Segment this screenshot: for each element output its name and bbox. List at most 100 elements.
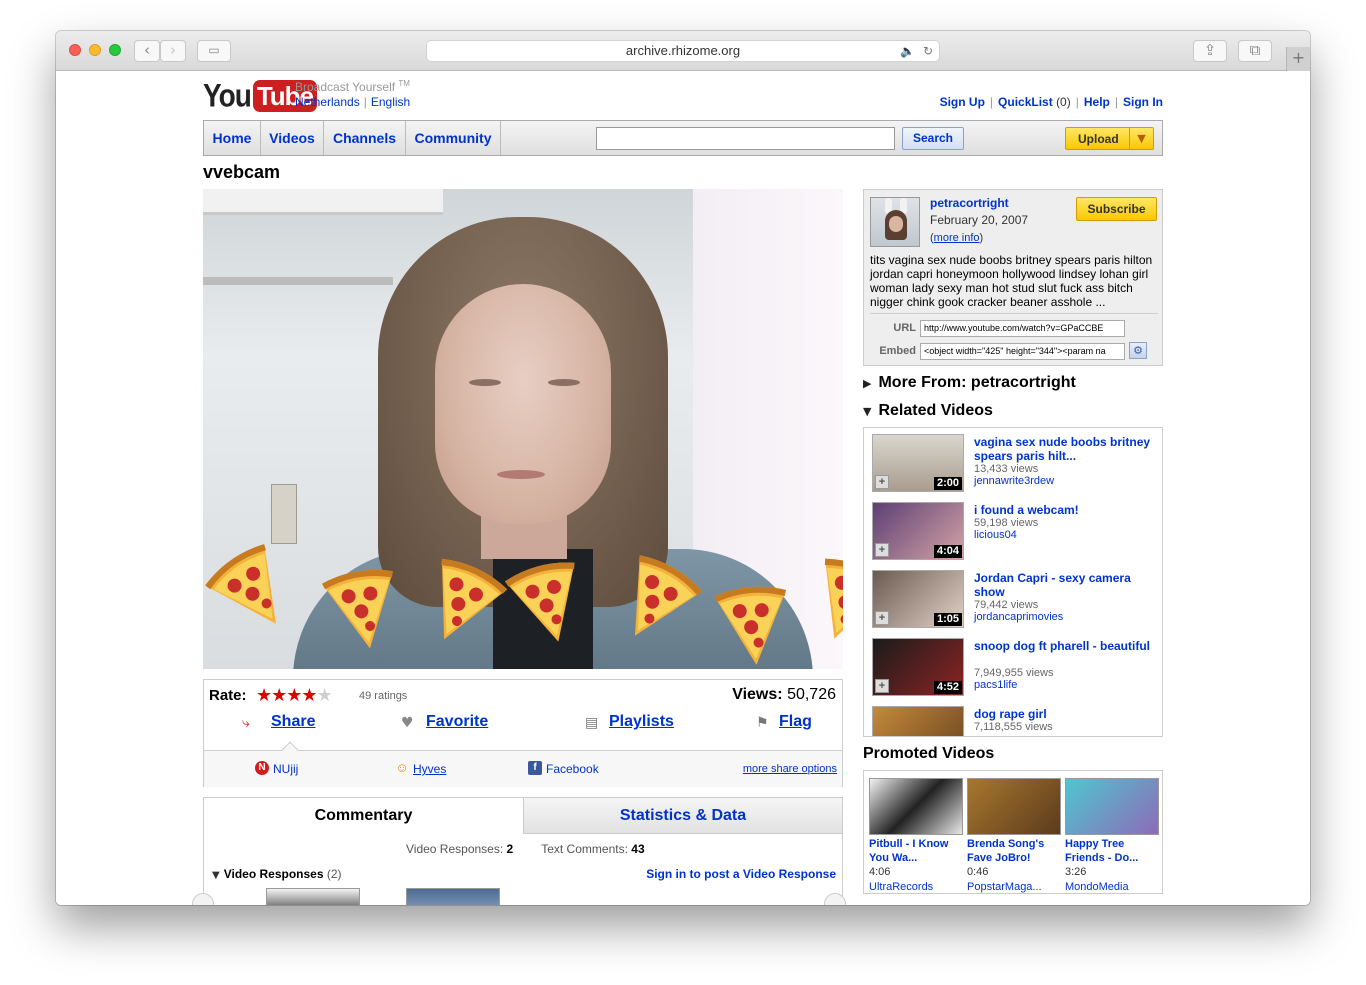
share-link[interactable]: Share — [271, 713, 315, 731]
channel-name-link[interactable]: petracortright — [930, 196, 1009, 210]
playlists-link[interactable]: Playlists — [609, 713, 674, 731]
tab-statistics[interactable]: Statistics & Data — [524, 798, 842, 834]
sidebar-toggle-button[interactable]: ▭ — [197, 40, 231, 62]
video-thumbnail[interactable]: 4:52 + — [872, 638, 964, 696]
nav-home[interactable]: Home — [204, 121, 261, 155]
promoted-video-title[interactable]: Pitbull - I Know You Wa... — [869, 837, 965, 865]
video-thumbnail[interactable] — [872, 706, 964, 736]
add-to-quicklist-icon[interactable]: + — [875, 543, 889, 557]
speaker-icon[interactable]: 🔈 — [900, 44, 915, 58]
star-icon[interactable]: ★ — [286, 685, 302, 706]
related-videos-header[interactable]: ▼ Related Videos — [863, 402, 993, 420]
related-video-item[interactable]: 2:00 + vagina sex nude boobs britney spear… — [870, 434, 1160, 498]
quicklist-link[interactable]: QuickList — [998, 95, 1053, 109]
forward-button[interactable]: › — [160, 40, 186, 62]
address-bar[interactable]: archive.rhizome.org 🔈 ↻ — [426, 40, 940, 62]
share-sheet-button[interactable]: ⇪ — [1193, 40, 1227, 62]
rating-stars[interactable]: ★★★★★ — [256, 685, 333, 706]
related-video-title[interactable]: dog rape girl — [974, 707, 1154, 721]
post-response-link[interactable]: Sign in to post a Video Response — [646, 867, 836, 881]
related-video-item[interactable]: 4:04 + i found a webcam! 59,198 views liciou… — [870, 502, 1160, 566]
flag-link[interactable]: Flag — [779, 713, 812, 731]
close-window-button[interactable] — [69, 44, 81, 56]
video-thumbnail[interactable]: 2:00 + — [872, 434, 964, 492]
hyves-link[interactable]: Hyves — [413, 762, 446, 776]
promoted-video-user[interactable]: MondoMedia — [1065, 881, 1129, 893]
add-to-quicklist-icon[interactable]: + — [875, 679, 889, 693]
related-video-item[interactable]: dog rape girl 7,118,555 views — [870, 706, 1160, 736]
related-video-title[interactable]: i found a webcam! — [974, 503, 1154, 517]
video-thumbnail[interactable] — [869, 778, 963, 835]
more-share-options-link[interactable]: more share options — [743, 763, 837, 775]
related-video-title[interactable]: vagina sex nude boobs britney spears par… — [974, 435, 1154, 463]
new-tab-button[interactable]: + — [1286, 47, 1310, 71]
video-responses-header[interactable]: ▼ Video Responses (2) — [212, 867, 342, 881]
related-video-item[interactable]: 4:52 + snoop dog ft pharell - beautiful 7,9… — [870, 638, 1160, 702]
related-video-item[interactable]: 1:05 + Jordan Capri - sexy camera show 79,4… — [870, 570, 1160, 634]
response-thumbnail[interactable] — [406, 888, 500, 905]
help-link[interactable]: Help — [1084, 95, 1110, 109]
related-video-user[interactable]: jordancaprimovies — [974, 611, 1063, 623]
language-link[interactable]: English — [371, 95, 410, 109]
video-player[interactable] — [203, 189, 843, 669]
hyves-icon: ☺ — [395, 760, 409, 775]
related-video-user[interactable]: pacs1life — [974, 679, 1017, 691]
scroll-right-button[interactable] — [824, 893, 846, 905]
pizza-slice-sticker — [714, 586, 787, 665]
upload-button[interactable]: Upload ▼ — [1065, 127, 1154, 150]
sign-up-link[interactable]: Sign Up — [940, 95, 985, 109]
video-thumbnail[interactable] — [967, 778, 1061, 835]
response-thumbnail[interactable] — [266, 888, 360, 905]
star-icon[interactable]: ★ — [317, 685, 333, 706]
more-from-header[interactable]: ▶ More From: petracortright — [863, 374, 1076, 392]
search-input[interactable] — [596, 127, 895, 150]
facebook-link[interactable]: Facebook — [546, 762, 599, 776]
share-options-row: N NUjij ☺ Hyves f Facebook more share op… — [204, 741, 842, 787]
upload-dropdown-icon[interactable]: ▼ — [1129, 128, 1153, 149]
tab-commentary[interactable]: Commentary — [204, 798, 524, 834]
expand-triangle-icon: ▶ — [863, 377, 872, 390]
video-duration: 2:00 — [933, 477, 962, 490]
gear-icon[interactable]: ⚙ — [1129, 342, 1147, 359]
more-info-link[interactable]: more info — [934, 232, 980, 244]
promoted-video-title[interactable]: Happy Tree Friends - Do... — [1065, 837, 1161, 865]
nav-channels[interactable]: Channels — [324, 121, 406, 155]
back-button[interactable]: ‹ — [134, 40, 160, 62]
promoted-video-user[interactable]: UltraRecords — [869, 881, 933, 893]
zoom-window-button[interactable] — [109, 44, 121, 56]
search-button[interactable]: Search — [902, 127, 964, 150]
reload-icon[interactable]: ↻ — [923, 44, 933, 58]
promoted-video-user[interactable]: PopstarMaga... — [967, 881, 1042, 893]
subscribe-button[interactable]: Subscribe — [1076, 197, 1157, 221]
comments-tabs: Commentary Statistics & Data Video Respo… — [192, 797, 846, 905]
related-video-title[interactable]: snoop dog ft pharell - beautiful — [974, 639, 1154, 653]
related-video-user[interactable]: licious04 — [974, 529, 1017, 541]
url-field[interactable]: http://www.youtube.com/watch?v=GPaCCBE — [920, 320, 1125, 337]
nav-videos[interactable]: Videos — [261, 121, 324, 155]
minimize-window-button[interactable] — [89, 44, 101, 56]
scroll-left-button[interactable] — [192, 893, 214, 905]
promoted-video-duration: 0:46 — [967, 866, 989, 878]
video-thumbnail[interactable]: 4:04 + — [872, 502, 964, 560]
star-icon[interactable]: ★ — [271, 685, 287, 706]
video-thumbnail[interactable]: 1:05 + — [872, 570, 964, 628]
share-action-icon: ⤷ — [242, 715, 250, 731]
add-to-quicklist-icon[interactable]: + — [875, 475, 889, 489]
promoted-video-title[interactable]: Brenda Song's Fave JoBro! — [967, 837, 1063, 865]
video-thumbnail[interactable] — [1065, 778, 1159, 835]
star-icon[interactable]: ★ — [256, 685, 272, 706]
country-link[interactable]: Netherlands — [295, 95, 360, 109]
embed-field[interactable]: <object width="425" height="344"><param … — [920, 343, 1125, 360]
nav-community[interactable]: Community — [406, 121, 501, 155]
avatar[interactable] — [870, 197, 920, 247]
star-icon[interactable]: ★ — [301, 685, 317, 706]
upload-date: February 20, 2007 — [930, 213, 1029, 227]
tab-overview-button[interactable]: ⧉ — [1238, 40, 1272, 62]
favorite-link[interactable]: Favorite — [426, 713, 488, 731]
sign-in-link[interactable]: Sign In — [1123, 95, 1163, 109]
nujij-link[interactable]: NUjij — [273, 762, 298, 776]
quicklist-count: (0) — [1056, 95, 1071, 109]
related-video-title[interactable]: Jordan Capri - sexy camera show — [974, 571, 1154, 599]
related-video-user[interactable]: jennawrite3rdew — [974, 475, 1054, 487]
add-to-quicklist-icon[interactable]: + — [875, 611, 889, 625]
